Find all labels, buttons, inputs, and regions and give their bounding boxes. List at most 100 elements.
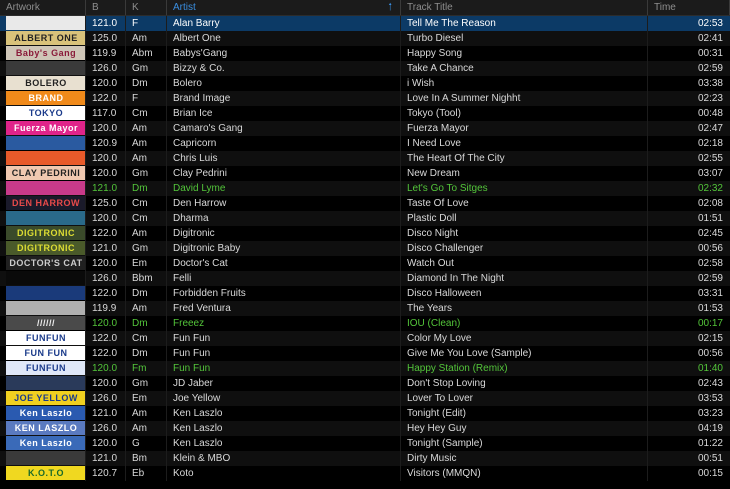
time-cell: 00:17 [697,318,723,329]
track-row[interactable]: DIGITRONIC 122.0 Am Digitronic Disco Night 02… [0,226,730,241]
track-row[interactable]: 120.0 Am Chris Luis The Heart Of The City 02… [0,151,730,166]
time-cell: 01:22 [697,438,723,449]
column-header-key[interactable]: K [126,0,167,15]
time-cell: 02:45 [697,228,723,239]
bpm-cell: 120.0 [86,376,126,391]
album-artwork-thumbnail: Ken Laszlo [6,436,85,450]
artwork-cell: KEN LASZLO [0,421,86,436]
column-header-artist[interactable]: Artist 🠑 [167,0,401,15]
track-row[interactable]: Fuerza Mayor 120.0 Am Camaro's Gang Fuerza M… [0,121,730,136]
track-title-cell: Visitors (MMQN) [401,466,648,481]
track-row[interactable]: Ken Laszlo 121.0 Am Ken Laszlo Tonight (Edit… [0,406,730,421]
artwork-cell: BOLERO [0,76,86,91]
track-row[interactable]: //////120.0 Dm Freeez IOU (Clean) 00:17 [0,316,730,331]
time-cell: 02:41 [697,33,723,44]
album-artwork-thumbnail: FUN FUN [6,346,85,360]
track-row[interactable]: ALBERT ONE 125.0 Am Albert One Turbo Diesel 0… [0,31,730,46]
track-row[interactable]: DIGITRONIC 121.0 Gm Digitronic Baby Disco Ch… [0,241,730,256]
album-artwork-thumbnail [6,61,85,75]
key-cell: Bm [126,451,167,466]
album-artwork-thumbnail: CLAY PEDRINI [6,166,85,180]
album-artwork-thumbnail: ALBERT ONE [6,31,85,45]
column-header-artwork[interactable]: Artwork [0,0,86,15]
artist-cell: Felli [167,271,401,286]
track-row[interactable]: Ken Laszlo 120.0 G Ken Laszlo Tonight (Sampl… [0,436,730,451]
time-cell: 02:55 [697,153,723,164]
artwork-cell: ALBERT ONE [0,31,86,46]
artwork-cell [0,181,86,196]
track-title-cell: Plastic Doll [401,211,648,226]
track-row[interactable]: K.O.T.O 120.7 Eb Koto Visitors (MMQN) 00:15 [0,466,730,481]
track-row[interactable]: FUNFUN 122.0 Cm Fun Fun Color My Love 02:15 [0,331,730,346]
track-row[interactable]: BOLERO 120.0 Dm Bolero i Wish 03:38 [0,76,730,91]
track-title-cell: i Wish [401,76,648,91]
artwork-cell: BRAND [0,91,86,106]
track-row[interactable]: 120.9 Am Capricorn I Need Love 02:18 [0,136,730,151]
track-row[interactable]: FUNFUN 120.0 Fm Fun Fun Happy Station (Remix… [0,361,730,376]
track-row[interactable]: 121.0 Bm Klein & MBO Dirty Music 00:51 [0,451,730,466]
track-row[interactable]: Baby's Gang 119.9 Abm Babys'Gang Happy Song 0… [0,46,730,61]
key-cell: Am [126,421,167,436]
album-artwork-thumbnail: DEN HARROW [6,196,85,210]
key-cell: Cm [126,196,167,211]
artist-cell: Fun Fun [167,361,401,376]
track-title-cell: Take A Chance [401,61,648,76]
key-cell: Gm [126,61,167,76]
artist-cell: Klein & MBO [167,451,401,466]
track-row[interactable]: JOE YELLOW 126.0 Em Joe Yellow Lover To Love… [0,391,730,406]
key-cell: Cm [126,211,167,226]
time-cell: 01:40 [697,363,723,374]
track-row[interactable]: KEN LASZLO 126.0 Am Ken Laszlo Hey Hey Guy 04… [0,421,730,436]
bpm-cell: 120.0 [86,256,126,271]
track-row[interactable]: 126.0 Bbm Felli Diamond In The Night 02:59 [0,271,730,286]
track-row[interactable]: CLAY PEDRINI 120.0 Gm Clay Pedrini New Dream… [0,166,730,181]
key-cell: F [126,16,167,31]
artwork-cell [0,136,86,151]
artwork-cell: K.O.T.O [0,466,86,481]
track-title-cell: Tokyo (Tool) [401,106,648,121]
track-row[interactable]: TOKYO 117.0 Cm Brian Ice Tokyo (Tool) 00:48 [0,106,730,121]
artist-cell: Brand Image [167,91,401,106]
album-artwork-thumbnail [6,211,85,225]
bpm-cell: 125.0 [86,196,126,211]
track-row[interactable]: 122.0 Dm Forbidden Fruits Disco Halloween 03… [0,286,730,301]
time-cell: 02:08 [697,198,723,209]
time-cell: 02:43 [697,378,723,389]
track-row[interactable]: 126.0 Gm Bizzy & Co. Take A Chance 02:59 [0,61,730,76]
key-cell: Dm [126,181,167,196]
track-row[interactable]: DEN HARROW 125.0 Cm Den Harrow Taste Of Love… [0,196,730,211]
artwork-cell [0,301,86,316]
bpm-cell: 119.9 [86,301,126,316]
track-row[interactable]: 120.0 Gm JD Jaber Don't Stop Loving 02:43 [0,376,730,391]
track-row[interactable]: 119.9 Am Fred Ventura The Years 01:53 [0,301,730,316]
track-row[interactable]: FUN FUN 122.0 Dm Fun Fun Give Me You Love (S… [0,346,730,361]
artwork-cell: FUNFUN [0,361,86,376]
column-header-track-title[interactable]: Track Title [401,0,648,15]
artist-cell: Capricorn [167,136,401,151]
track-row[interactable]: 121.0 Dm David Lyme Let's Go To Sitges 02:32 [0,181,730,196]
artwork-cell: Ken Laszlo [0,406,86,421]
artist-cell: Ken Laszlo [167,421,401,436]
time-cell: 03:07 [697,168,723,179]
artist-cell: Freeez [167,316,401,331]
time-cell: 03:53 [697,393,723,404]
track-row[interactable]: 121.0 F Alan Barry Tell Me The Reason 02:53 [0,16,730,31]
artist-cell: Ken Laszlo [167,406,401,421]
artist-cell: David Lyme [167,181,401,196]
time-cell: 02:18 [697,138,723,149]
track-row[interactable]: DOCTOR'S CAT 120.0 Em Doctor's Cat Watch Out… [0,256,730,271]
artwork-cell: DEN HARROW [0,196,86,211]
track-row[interactable]: 120.0 Cm Dharma Plastic Doll 01:51 [0,211,730,226]
track-title-cell: Let's Go To Sitges [401,181,648,196]
column-header-bpm[interactable]: B [86,0,126,15]
album-artwork-thumbnail: KEN LASZLO [6,421,85,435]
track-row[interactable]: BRAND 122.0 F Brand Image Love In A Summer N… [0,91,730,106]
track-title-cell: Give Me You Love (Sample) [401,346,648,361]
time-cell: 01:51 [697,213,723,224]
bpm-cell: 121.0 [86,406,126,421]
column-header-time[interactable]: Time [648,0,730,15]
key-cell: G [126,436,167,451]
track-title-cell: Tonight (Sample) [401,436,648,451]
key-cell: Em [126,256,167,271]
bpm-cell: 122.0 [86,286,126,301]
